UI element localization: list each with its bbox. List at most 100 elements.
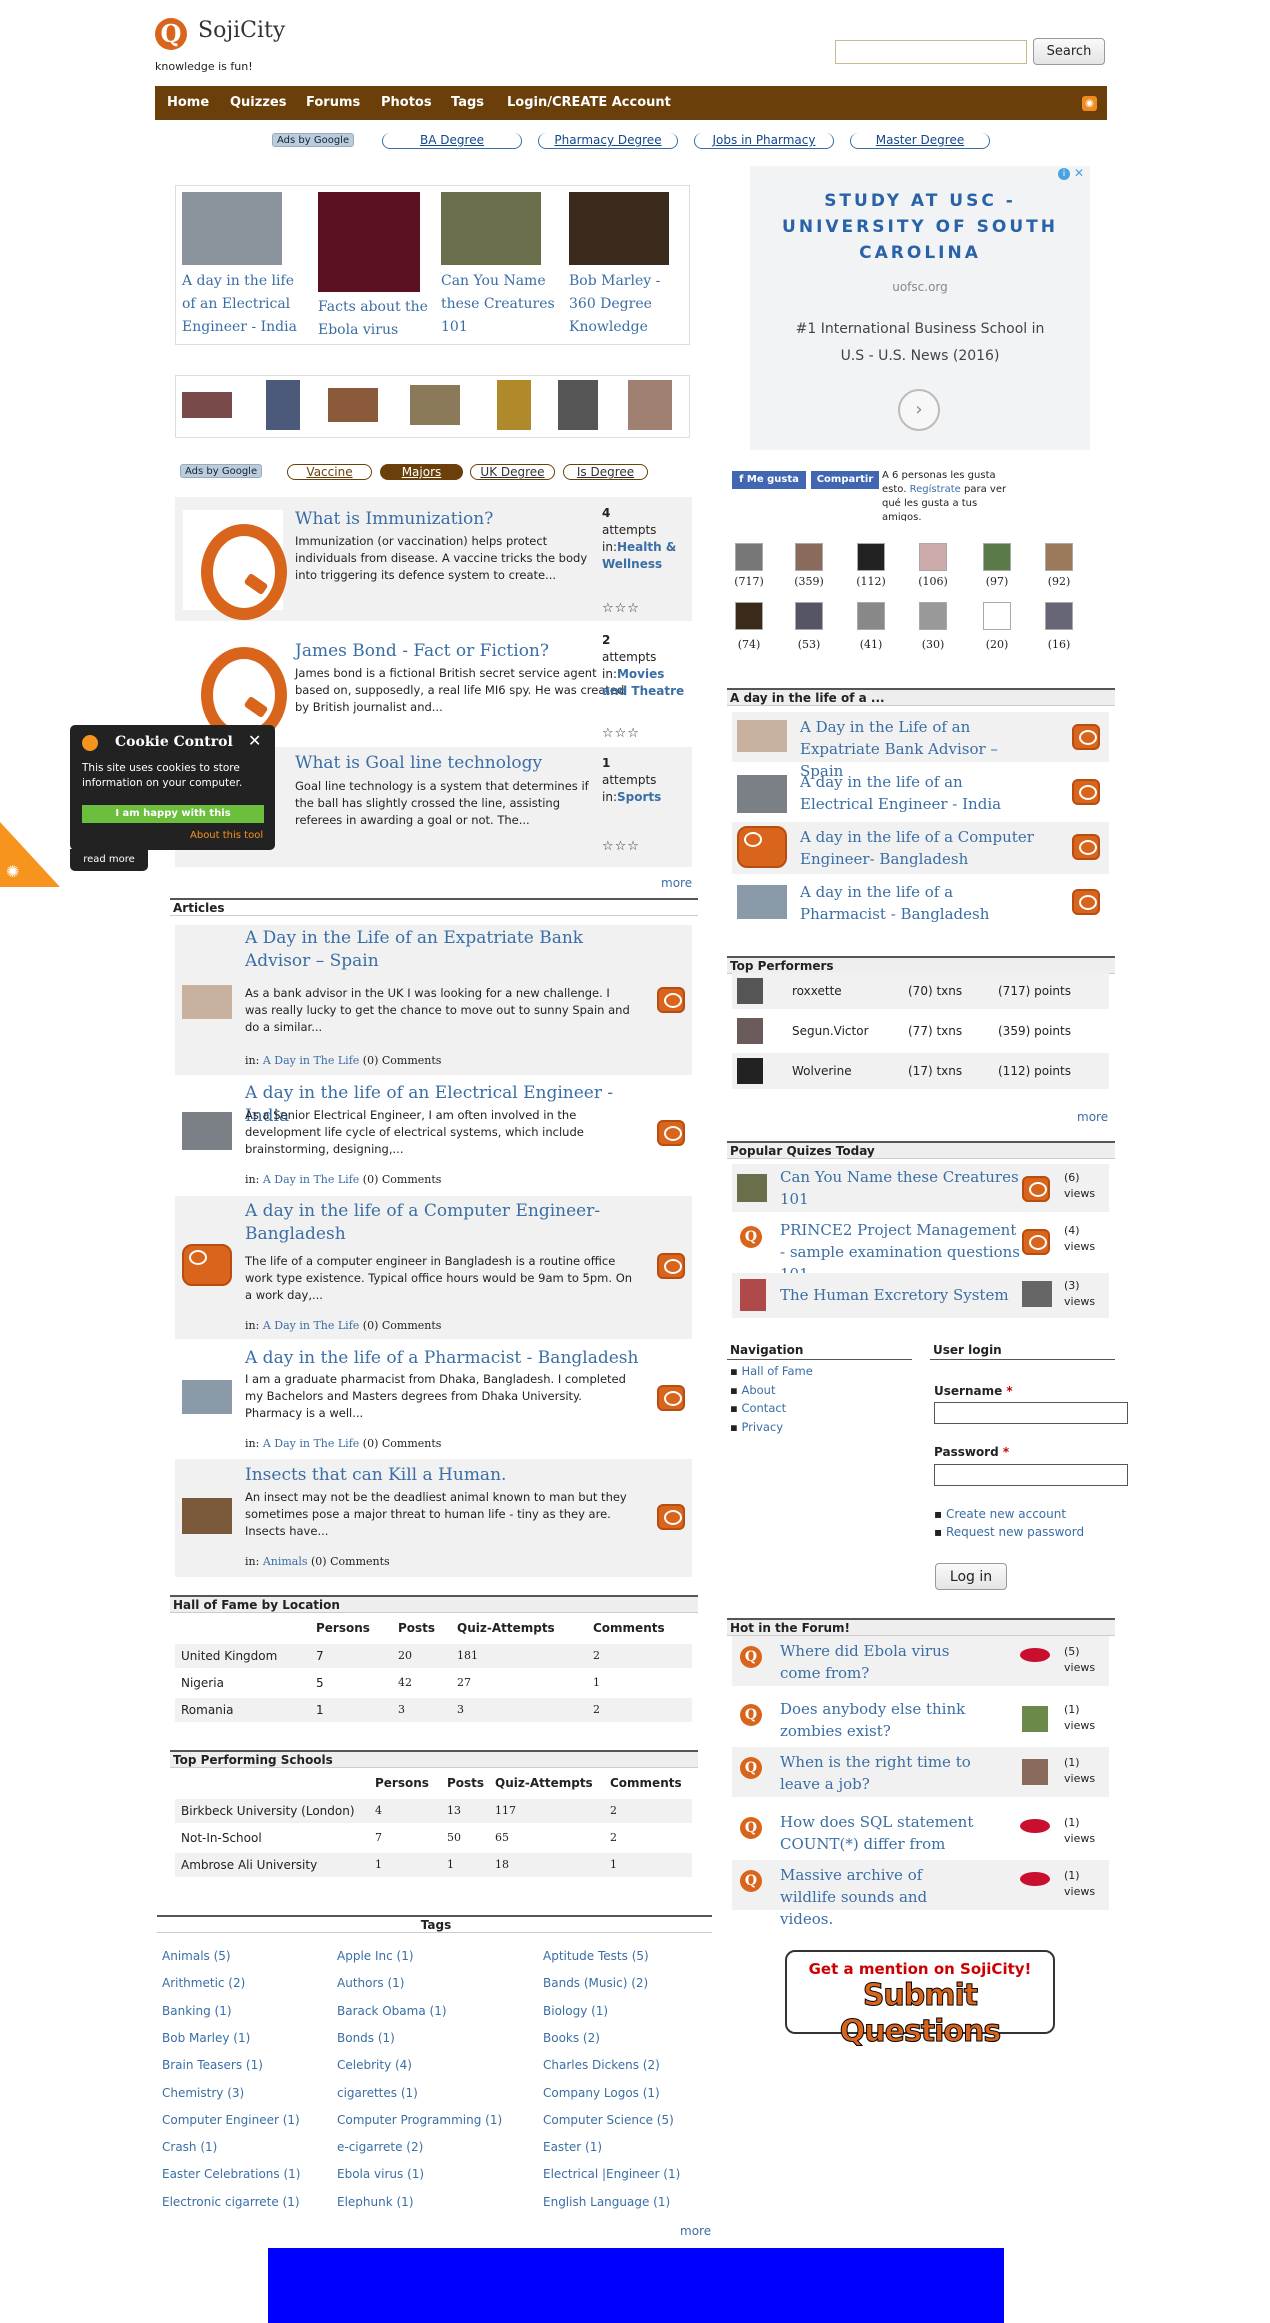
fb-register-link[interactable]: Regístrate: [910, 484, 961, 495]
forum-topic-link[interactable]: Massive archive of wildlife sounds and v…: [780, 1864, 980, 1930]
quiz-logo-icon[interactable]: Q: [740, 1226, 762, 1248]
article-title[interactable]: A day in the life of a Pharmacist - Bang…: [245, 1347, 645, 1370]
comment-icon[interactable]: [657, 1120, 685, 1146]
avatar[interactable]: [737, 1058, 763, 1084]
submit-questions-banner[interactable]: Get a mention on SojiCity! Submit Questi…: [785, 1950, 1055, 2050]
username-field[interactable]: [934, 1402, 1128, 1424]
quiz-logo-icon[interactable]: Q: [740, 1704, 762, 1726]
adchoices-icon[interactable]: i: [1058, 168, 1070, 180]
article-category-link[interactable]: A Day in The Life: [263, 1054, 359, 1067]
user-avatar[interactable]: [857, 602, 885, 630]
gear-icon[interactable]: ✺: [6, 862, 19, 881]
tag-link[interactable]: cigarettes (1): [337, 2086, 418, 2100]
user-avatar[interactable]: [1045, 543, 1073, 571]
quiz-category-link[interactable]: Sports: [617, 790, 661, 804]
tag-link[interactable]: Charles Dickens (2): [543, 2058, 660, 2072]
nav-link[interactable]: About: [741, 1383, 775, 1397]
thumbnail[interactable]: [328, 388, 378, 422]
tag-link[interactable]: Crash (1): [162, 2140, 217, 2154]
article-category-link[interactable]: A Day in The Life: [263, 1437, 359, 1450]
tag-link[interactable]: Celebrity (4): [337, 2058, 412, 2072]
tag-link[interactable]: e-cigarrete (2): [337, 2140, 423, 2154]
ad-link[interactable]: Vaccine: [287, 464, 372, 480]
quiz-title[interactable]: What is Immunization?: [295, 509, 493, 529]
nav-photos[interactable]: Photos: [381, 86, 432, 120]
tag-link[interactable]: Bands (Music) (2): [543, 1976, 648, 1990]
quiz-title[interactable]: James Bond - Fact or Fiction?: [295, 641, 549, 661]
quiz-title[interactable]: What is Goal line technology: [295, 753, 542, 773]
tag-link[interactable]: Animals (5): [162, 1949, 231, 1963]
quiz-logo-icon[interactable]: Q: [740, 1870, 762, 1892]
tag-link[interactable]: Elephunk (1): [337, 2195, 414, 2209]
more-link[interactable]: more: [1077, 1110, 1108, 1124]
fb-like-button[interactable]: f Me gusta: [732, 471, 806, 489]
thumbnail[interactable]: [410, 385, 460, 425]
tag-link[interactable]: Books (2): [543, 2031, 600, 2045]
ad-link[interactable]: UK Degree: [470, 464, 555, 480]
quiz-logo-icon[interactable]: [183, 510, 287, 620]
tag-link[interactable]: Electrical |Engineer (1): [543, 2167, 680, 2181]
search-button[interactable]: Search: [1033, 38, 1105, 65]
user-avatar[interactable]: [983, 602, 1011, 630]
tag-link[interactable]: Chemistry (3): [162, 2086, 244, 2100]
thumbnail[interactable]: [740, 1279, 766, 1311]
feature-card-title[interactable]: Bob Marley - 360 Degree Knowledge: [569, 270, 685, 339]
tag-link[interactable]: Banking (1): [162, 2004, 232, 2018]
rating-stars[interactable]: ☆☆☆: [602, 839, 640, 854]
user-avatar[interactable]: [795, 543, 823, 571]
close-icon[interactable]: ✕: [1074, 166, 1084, 180]
article-category-link[interactable]: Animals: [263, 1555, 308, 1568]
thumbnail[interactable]: [737, 1174, 767, 1202]
user-avatar[interactable]: [1045, 602, 1073, 630]
thumbnail[interactable]: [1022, 1281, 1052, 1307]
tag-link[interactable]: Biology (1): [543, 2004, 608, 2018]
tag-link[interactable]: Aptitude Tests (5): [543, 1949, 649, 1963]
tag-link[interactable]: Easter Celebrations (1): [162, 2167, 300, 2181]
ad-title[interactable]: STUDY AT USC - UNIVERSITY OF SOUTH CAROL…: [780, 188, 1060, 266]
more-link[interactable]: more: [680, 2224, 711, 2238]
user-avatar[interactable]: [735, 602, 763, 630]
user-avatar[interactable]: [983, 543, 1011, 571]
more-link[interactable]: more: [661, 876, 692, 890]
nav-link[interactable]: Hall of Fame: [741, 1364, 812, 1378]
feature-card-title[interactable]: Facts about the Ebola virus: [318, 296, 428, 342]
tag-link[interactable]: Computer Programming (1): [337, 2113, 502, 2127]
comment-icon[interactable]: [1022, 1229, 1050, 1255]
thumbnail[interactable]: [266, 380, 300, 430]
cookie-settings-tab[interactable]: ✺: [0, 822, 60, 887]
popular-quiz-link[interactable]: The Human Excretory System: [780, 1284, 1020, 1306]
cookie-about-link[interactable]: About this tool: [190, 830, 263, 841]
ads-by-google-label[interactable]: Ads by Google: [272, 133, 355, 147]
ad-link[interactable]: Majors: [380, 464, 463, 480]
request-password-link[interactable]: Request new password: [946, 1525, 1084, 1539]
quiz-logo-icon[interactable]: [183, 633, 287, 743]
popular-quiz-link[interactable]: Can You Name these Creatures 101: [780, 1166, 1020, 1210]
user-avatar[interactable]: [857, 543, 885, 571]
rating-stars[interactable]: ☆☆☆: [602, 601, 640, 616]
card-image[interactable]: [569, 192, 669, 265]
lips-icon[interactable]: [1020, 1872, 1050, 1886]
comment-icon[interactable]: [657, 1385, 685, 1411]
avatar[interactable]: [737, 978, 763, 1004]
thumbnail[interactable]: [182, 392, 232, 418]
avatar[interactable]: [1022, 1706, 1048, 1732]
quiz-logo-icon[interactable]: Q: [740, 1646, 762, 1668]
cookie-accept-button[interactable]: I am happy with this: [82, 805, 264, 823]
nav-home[interactable]: Home: [167, 86, 209, 120]
comment-icon[interactable]: [1072, 724, 1100, 750]
user-avatar[interactable]: [919, 543, 947, 571]
user-avatar[interactable]: [735, 543, 763, 571]
card-image[interactable]: [441, 192, 541, 265]
nav-quizzes[interactable]: Quizzes: [230, 86, 286, 120]
user-avatar[interactable]: [795, 602, 823, 630]
nav-link[interactable]: Contact: [741, 1401, 786, 1415]
tag-link[interactable]: Computer Engineer (1): [162, 2113, 300, 2127]
article-thumb[interactable]: [182, 1112, 232, 1150]
article-category-link[interactable]: A Day in The Life: [263, 1319, 359, 1332]
rating-stars[interactable]: ☆☆☆: [602, 726, 640, 741]
article-thumb-icon[interactable]: [182, 1244, 232, 1286]
chevron-right-icon[interactable]: ›: [898, 389, 940, 431]
comment-icon[interactable]: [657, 1253, 685, 1279]
search-input[interactable]: [835, 40, 1027, 64]
comment-icon[interactable]: [1072, 889, 1100, 915]
